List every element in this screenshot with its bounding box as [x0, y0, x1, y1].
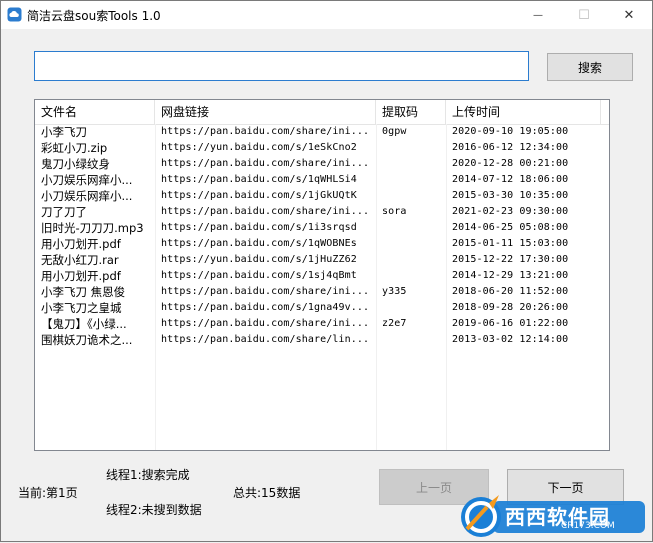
table-row[interactable]: 用小刀划开.pdf https://pan.baidu.com/s/1sj4qBm… [35, 268, 609, 284]
code-cell: sora [382, 206, 407, 217]
code-cell [376, 220, 446, 236]
time-cell: 2021-02-23 09:30:00 [452, 206, 569, 217]
time-cell: 2018-06-20 11:52:00 [452, 286, 569, 297]
table-row[interactable]: 【鬼刀】《小绿... https://pan.baidu.com/share/in… [35, 316, 609, 332]
maximize-button[interactable]: ☐ [561, 1, 607, 29]
column-header-filename[interactable]: 文件名 [35, 100, 155, 124]
window-title: 简洁云盘sou索Tools 1.0 [27, 9, 161, 23]
filename-cell: 【鬼刀】《小绿... [41, 317, 127, 331]
filename-cell: 小李飞刀之皇城 [41, 301, 122, 315]
link-cell: https://yun.baidu.com/s/1eSkCno2 [161, 142, 357, 153]
code-cell [376, 252, 446, 268]
filename-cell: 小刀娱乐网痒小... [41, 173, 133, 187]
search-input[interactable] [34, 51, 529, 81]
table-row[interactable]: 小刀娱乐网痒小... https://pan.baidu.com/s/1jGkUQ… [35, 188, 609, 204]
column-header-time[interactable]: 上传时间 [446, 100, 601, 124]
column-header-link[interactable]: 网盘链接 [155, 100, 376, 124]
link-cell: https://pan.baidu.com/s/1qWHLSi4 [161, 174, 357, 185]
link-cell: https://yun.baidu.com/s/1jHuZZ62 [161, 254, 357, 265]
filename-cell: 小刀娱乐网痒小... [41, 189, 133, 203]
link-cell: https://pan.baidu.com/s/1i3srqsd [161, 222, 357, 233]
filename-cell: 鬼刀小绿纹身 [41, 157, 110, 171]
search-button-label: 搜索 [577, 60, 602, 75]
code-cell: z2e7 [382, 318, 407, 329]
code-cell: y335 [382, 286, 407, 297]
time-cell: 2015-03-30 10:35:00 [452, 190, 569, 201]
link-cell: https://pan.baidu.com/share/ini... [161, 206, 370, 217]
link-cell: https://pan.baidu.com/s/1qWOBNEs [161, 238, 357, 249]
time-cell: 2020-12-28 00:21:00 [452, 158, 569, 169]
total-count-label: 总共:15数据 [233, 486, 301, 500]
time-cell: 2016-06-12 12:34:00 [452, 142, 569, 153]
results-header: 文件名 网盘链接 提取码 上传时间 [35, 100, 609, 125]
results-rows: 小李飞刀 https://pan.baidu.com/share/ini... 0g… [35, 124, 609, 348]
time-cell: 2013-03-02 12:14:00 [452, 334, 569, 345]
column-header-code[interactable]: 提取码 [376, 100, 446, 124]
code-cell: 0gpw [382, 126, 407, 137]
filename-cell: 围棋妖刀诡术之... [41, 333, 133, 347]
title-bar[interactable]: 简洁云盘sou索Tools 1.0 — ☐ ✕ [1, 1, 652, 29]
code-cell [376, 172, 446, 188]
close-icon: ✕ [623, 7, 635, 23]
time-cell: 2015-12-22 17:30:00 [452, 254, 569, 265]
prev-page-label: 上一页 [415, 480, 452, 495]
table-row[interactable]: 小李飞刀之皇城 https://pan.baidu.com/s/1gna49v..… [35, 300, 609, 316]
time-cell: 2014-12-29 13:21:00 [452, 270, 569, 281]
table-row[interactable]: 彩虹小刀.zip https://yun.baidu.com/s/1eSkCno2… [35, 140, 609, 156]
results-list[interactable]: 文件名 网盘链接 提取码 上传时间 小李飞刀 https://pan.baidu.… [34, 99, 610, 451]
table-row[interactable]: 用小刀划开.pdf https://pan.baidu.com/s/1qWOBNE… [35, 236, 609, 252]
minimize-button[interactable]: — [515, 1, 561, 29]
thread2-status: 线程2:未搜到数据 [106, 503, 202, 517]
filename-cell: 旧时光-刀刀刀.mp3 [41, 221, 144, 235]
time-cell: 2019-06-16 01:22:00 [452, 318, 569, 329]
watermark-domain: CR173.COM [561, 521, 615, 531]
app-window: 简洁云盘sou索Tools 1.0 — ☐ ✕ 搜索 文件名 网盘链接 提取码 … [0, 0, 653, 542]
link-cell: https://pan.baidu.com/s/1sj4qBmt [161, 270, 357, 281]
filename-cell: 无敌小红刀.rar [41, 253, 119, 267]
link-cell: https://pan.baidu.com/share/ini... [161, 126, 370, 137]
filename-cell: 用小刀划开.pdf [41, 237, 121, 251]
time-cell: 2020-09-10 19:05:00 [452, 126, 569, 137]
table-row[interactable]: 刀了刀了 https://pan.baidu.com/share/ini... so… [35, 204, 609, 220]
time-cell: 2014-07-12 18:06:00 [452, 174, 569, 185]
table-row[interactable]: 小李飞刀 https://pan.baidu.com/share/ini... 0g… [35, 124, 609, 140]
link-cell: https://pan.baidu.com/s/1gna49v... [161, 302, 370, 313]
thread1-status: 线程1:搜索完成 [106, 468, 190, 482]
watermark-logo: 西西软件园 CR173.COM [453, 491, 653, 543]
time-cell: 2015-01-11 15:03:00 [452, 238, 569, 249]
current-page-label: 当前:第1页 [18, 486, 78, 500]
link-cell: https://pan.baidu.com/share/lin... [161, 334, 370, 345]
code-cell [376, 188, 446, 204]
code-cell [376, 332, 446, 348]
code-cell [376, 140, 446, 156]
filename-cell: 彩虹小刀.zip [41, 141, 108, 155]
minimize-icon: — [533, 9, 543, 21]
table-row[interactable]: 小李飞刀 焦恩俊 https://pan.baidu.com/share/ini.… [35, 284, 609, 300]
search-button[interactable]: 搜索 [547, 53, 633, 81]
table-row[interactable]: 无敌小红刀.rar https://yun.baidu.com/s/1jHuZZ6… [35, 252, 609, 268]
close-button[interactable]: ✕ [606, 1, 652, 29]
table-row[interactable]: 鬼刀小绿纹身 https://pan.baidu.com/share/ini...… [35, 156, 609, 172]
link-cell: https://pan.baidu.com/share/ini... [161, 286, 370, 297]
link-cell: https://pan.baidu.com/s/1jGkUQtK [161, 190, 357, 201]
link-cell: https://pan.baidu.com/share/ini... [161, 158, 370, 169]
filename-cell: 刀了刀了 [41, 205, 87, 219]
time-cell: 2018-09-28 20:26:00 [452, 302, 569, 313]
table-row[interactable]: 旧时光-刀刀刀.mp3 https://pan.baidu.com/s/1i3sr… [35, 220, 609, 236]
code-cell [376, 300, 446, 316]
filename-cell: 小李飞刀 焦恩俊 [41, 285, 126, 299]
filename-cell: 用小刀划开.pdf [41, 269, 121, 283]
table-row[interactable]: 小刀娱乐网痒小... https://pan.baidu.com/s/1qWHLS… [35, 172, 609, 188]
cloud-app-icon [7, 7, 22, 22]
time-cell: 2014-06-25 05:08:00 [452, 222, 569, 233]
link-cell: https://pan.baidu.com/share/ini... [161, 318, 370, 329]
code-cell [376, 156, 446, 172]
code-cell [376, 236, 446, 252]
code-cell [376, 268, 446, 284]
table-row[interactable]: 围棋妖刀诡术之... https://pan.baidu.com/share/li… [35, 332, 609, 348]
maximize-icon: ☐ [578, 7, 590, 23]
filename-cell: 小李飞刀 [41, 125, 87, 139]
